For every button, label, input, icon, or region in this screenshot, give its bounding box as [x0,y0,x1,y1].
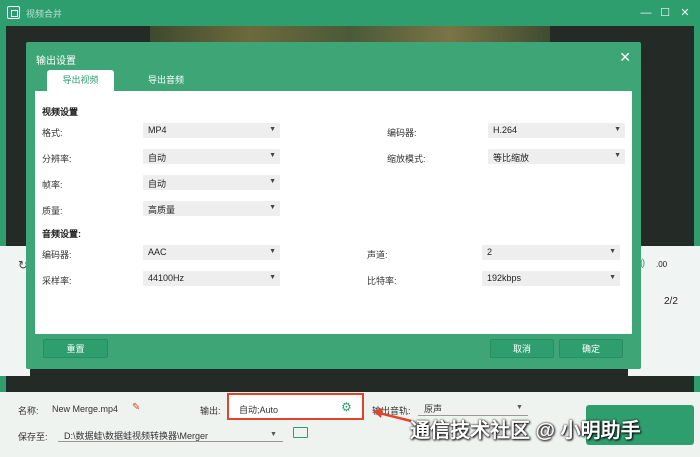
format-value: MP4 [148,125,167,135]
maximize-icon[interactable]: ☐ [657,5,673,21]
chevron-down-icon: ▼ [269,152,276,159]
output-format-field[interactable]: 自动;Auto ⚙ [227,393,364,420]
format-select[interactable]: MP4 ▼ [143,123,280,138]
quality-select[interactable]: 高质量 ▼ [143,201,280,216]
video-encoder-select[interactable]: H.264 ▼ [488,123,625,138]
framerate-value: 自动 [148,179,167,189]
chevron-down-icon: ▼ [269,204,276,211]
tab-export-audio[interactable]: 导出音频 [131,70,201,91]
chevron-down-icon: ▼ [269,126,276,133]
chevron-down-icon: ▼ [269,178,276,185]
chevron-down-icon: ▼ [614,126,621,133]
chevron-down-icon: ▼ [270,431,277,438]
window-title: 视频合并 [26,9,63,19]
minimize-icon[interactable]: — [638,5,654,21]
resolution-label: 分辨率: [42,154,72,164]
sample-rate-value: 44100Hz [148,273,185,283]
video-encoder-label: 编码器: [387,128,417,138]
chevron-down-icon: ▼ [269,274,276,281]
save-to-label: 保存至: [18,432,48,442]
channels-value: 2 [487,247,493,257]
tab-export-video[interactable]: 导出视频 [47,70,114,91]
sample-rate-label: 采样率: [42,276,72,286]
watermark: 通信技术社区 @ 小明助手 [410,420,641,442]
settings-panel: 视频设置 格式: MP4 ▼ 分辨率: 自动 ▼ 帧率: 自动 ▼ 质量: 高质量 ▼ … [35,91,632,334]
scale-mode-select[interactable]: 等比缩放 ▼ [488,149,625,164]
output-label: 输出: [200,406,221,416]
scale-mode-value: 等比缩放 [493,153,530,163]
page-counter: 2/2 [664,296,678,307]
audio-encoder-value: AAC [148,247,167,257]
name-label: 名称: [18,406,39,416]
audio-encoder-select[interactable]: AAC ▼ [143,245,280,260]
framerate-select[interactable]: 自动 ▼ [143,175,280,190]
chevron-down-icon: ▼ [609,274,616,281]
save-path-field[interactable]: D:\数据蛙\数据蛙视频转换器\Merger ▼ [58,425,283,442]
format-label: 格式: [42,128,63,138]
app-logo-icon [7,6,20,19]
output-settings-dialog: 输出设置 ✕ 导出视频 导出音频 视频设置 格式: MP4 ▼ 分辨率: 自动 ▼ … [26,42,641,369]
resolution-select[interactable]: 自动 ▼ [143,149,280,164]
cancel-button[interactable]: 取消 [490,339,554,358]
channels-select[interactable]: 2 ▼ [482,245,620,260]
folder-icon[interactable] [293,427,308,438]
quality-label: 质量: [42,206,63,216]
name-value[interactable]: New Merge.mp4 [52,404,118,414]
scale-mode-label: 缩放模式: [387,154,426,164]
bitrate-select[interactable]: 192kbps ▼ [482,271,620,286]
output-format-value: 自动;Auto [239,405,279,415]
ok-button[interactable]: 确定 [559,339,623,358]
framerate-label: 帧率: [42,180,63,190]
channels-label: 声道: [367,250,388,260]
quality-value: 高质量 [148,205,176,215]
resolution-value: 自动 [148,153,167,163]
audio-encoder-label: 编码器: [42,250,72,260]
reset-button[interactable]: 重置 [43,339,108,358]
edit-name-icon[interactable]: ✎ [132,402,140,413]
title-bar: 视频合并 — ☐ ✕ [0,0,700,26]
chevron-down-icon: ▼ [269,248,276,255]
chevron-down-icon: ▼ [609,248,616,255]
sample-rate-select[interactable]: 44100Hz ▼ [143,271,280,286]
chevron-down-icon: ▼ [516,404,523,411]
video-encoder-value: H.264 [493,125,518,135]
bitrate-value: 192kbps [487,273,522,283]
close-icon[interactable]: ✕ [677,5,693,21]
bitrate-label: 比特率: [367,276,397,286]
annotation-arrow-icon [373,408,412,423]
dialog-title: 输出设置 [36,56,76,67]
volume-value: .00 [656,260,668,269]
save-path-value: D:\数据蛙\数据蛙视频转换器\Merger [64,431,209,441]
close-icon[interactable]: ✕ [619,49,631,66]
audio-section-title: 音频设置: [42,229,81,239]
chevron-down-icon: ▼ [614,152,621,159]
video-section-title: 视频设置 [42,107,79,117]
gear-icon[interactable]: ⚙ [341,400,352,414]
